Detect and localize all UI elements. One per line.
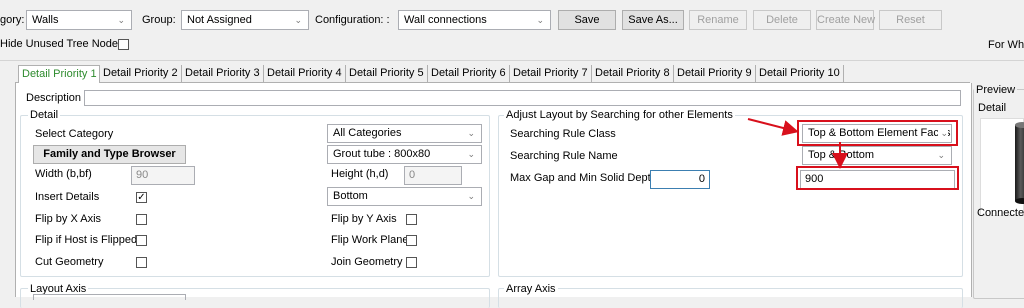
height-label: Height (h,d) [331, 168, 389, 180]
flip-x-label: Flip by X Axis [35, 213, 102, 225]
max-gap-input[interactable]: 0 [650, 170, 710, 189]
cut-geometry-checkbox[interactable] [136, 257, 147, 268]
join-geometry-label: Join Geometry [331, 256, 403, 268]
flip-host-checkbox[interactable] [136, 235, 147, 246]
flip-work-plane-label: Flip Work Plane [331, 234, 409, 246]
category-filter-select[interactable]: All Categories ⌄ [327, 124, 482, 143]
reset-button[interactable]: Reset [879, 10, 942, 30]
join-geometry-checkbox[interactable] [406, 257, 417, 268]
flip-host-label: Flip if Host is Flipped [35, 234, 138, 246]
chevron-down-icon: ⌄ [536, 15, 544, 25]
group-select[interactable]: Not Assigned ⌄ [181, 10, 309, 30]
flip-x-checkbox[interactable] [136, 214, 147, 225]
rename-button[interactable]: Rename [689, 10, 747, 30]
flip-y-checkbox[interactable] [406, 214, 417, 225]
array-axis-group [498, 288, 963, 308]
delete-button[interactable]: Delete [753, 10, 811, 30]
tab-detail-priority-1[interactable]: Detail Priority 1 [18, 65, 100, 83]
create-new-button[interactable]: Create New [816, 10, 875, 30]
category-label: gory: [0, 14, 25, 26]
width-input[interactable]: 90 [131, 166, 195, 185]
tab-detail-priority-5[interactable]: Detail Priority 5 [346, 65, 428, 82]
placement-select[interactable]: Bottom ⌄ [327, 187, 482, 206]
tab-detail-priority-7[interactable]: Detail Priority 7 [510, 65, 592, 82]
save-as-button[interactable]: Save As... [622, 10, 684, 30]
select-category-label: Select Category [35, 128, 114, 140]
cylinder-preview-icon [1015, 122, 1024, 204]
flip-work-plane-checkbox[interactable] [406, 235, 417, 246]
rule-class-label: Searching Rule Class [510, 128, 616, 140]
configuration-select[interactable]: Wall connections ⌄ [398, 10, 551, 30]
preview-image [980, 118, 1024, 216]
insert-details-checkbox[interactable]: ✓ [136, 192, 147, 203]
description-input[interactable] [84, 90, 961, 106]
flip-y-label: Flip by Y Axis [331, 213, 397, 225]
preview-title: Preview [974, 84, 1018, 96]
save-button[interactable]: Save [558, 10, 616, 30]
tab-detail-priority-8[interactable]: Detail Priority 8 [592, 65, 674, 82]
height-input[interactable]: 0 [404, 166, 462, 185]
rule-name-label: Searching Rule Name [510, 150, 618, 162]
chevron-down-icon: ⌄ [937, 150, 945, 160]
insert-details-label: Insert Details [35, 191, 100, 203]
for-whom-label: For Who [988, 39, 1024, 51]
group-label: Group: [142, 14, 176, 26]
chevron-down-icon: ⌄ [117, 15, 125, 25]
detail-group-title: Detail [28, 109, 61, 121]
tab-detail-priority-6[interactable]: Detail Priority 6 [428, 65, 510, 82]
configuration-label: Configuration: : [315, 14, 390, 26]
chevron-down-icon: ⌄ [467, 128, 475, 138]
tab-detail-priority-10[interactable]: Detail Priority 10 [756, 65, 844, 82]
hide-unused-checkbox[interactable] [118, 39, 129, 50]
arrow-to-rule-class [747, 118, 799, 136]
preview-connected-label: Connected [977, 207, 1024, 219]
width-label: Width (b,bf) [35, 168, 92, 180]
chevron-down-icon: ⌄ [294, 15, 302, 25]
hide-unused-label: Hide Unused Tree Nodes [0, 38, 124, 50]
family-type-select[interactable]: Grout tube : 800x80 ⌄ [327, 145, 482, 164]
layout-axis-field[interactable] [33, 294, 186, 300]
tab-detail-priority-9[interactable]: Detail Priority 9 [674, 65, 756, 82]
chevron-down-icon: ⌄ [467, 191, 475, 201]
family-type-browser-button[interactable]: Family and Type Browser [33, 145, 186, 164]
chevron-down-icon: ⌄ [467, 149, 475, 159]
preview-detail-label: Detail [978, 102, 1007, 114]
annotation-arrows [747, 118, 848, 169]
array-axis-title: Array Axis [504, 283, 558, 295]
tab-detail-priority-3[interactable]: Detail Priority 3 [182, 65, 264, 82]
description-label: Description [26, 92, 82, 104]
tab-detail-priority-4[interactable]: Detail Priority 4 [264, 65, 346, 82]
max-gap-label: Max Gap and Min Solid Depth [510, 172, 657, 184]
cut-geometry-label: Cut Geometry [35, 256, 104, 268]
adjust-layout-group-title: Adjust Layout by Searching for other Ele… [504, 109, 735, 121]
category-select[interactable]: Walls ⌄ [26, 10, 132, 30]
tab-detail-priority-2[interactable]: Detail Priority 2 [100, 65, 182, 82]
